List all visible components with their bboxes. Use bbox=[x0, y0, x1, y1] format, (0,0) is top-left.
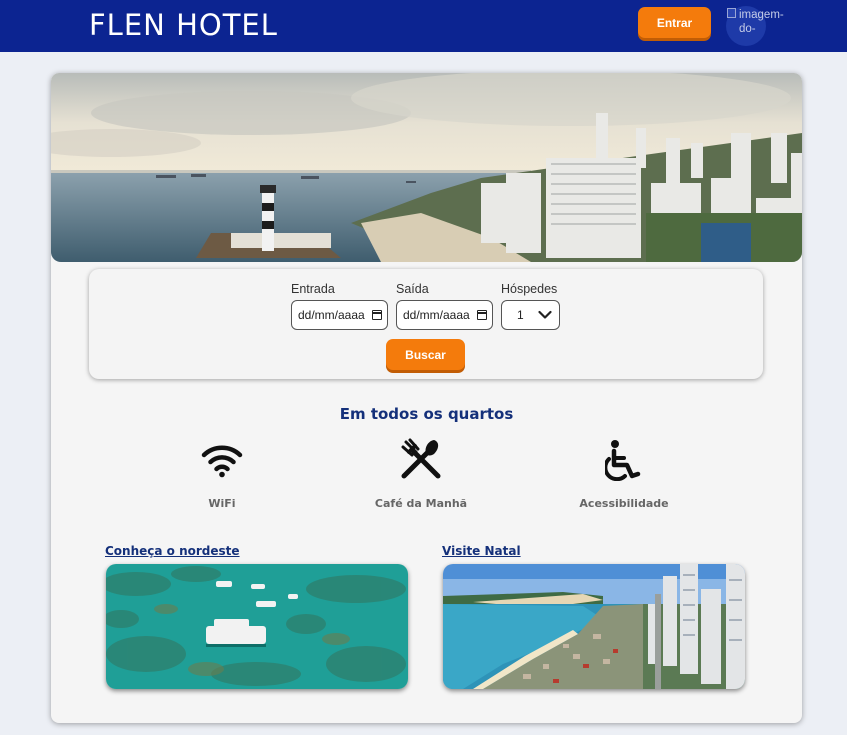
promo-image-nordeste[interactable] bbox=[106, 564, 408, 689]
guests-value: 1 bbox=[517, 308, 524, 322]
amenity-label-breakfast: Café da Manhã bbox=[374, 497, 468, 510]
checkin-label: Entrada bbox=[291, 282, 335, 296]
guests-label: Hóspedes bbox=[501, 282, 558, 296]
wifi-icon bbox=[201, 445, 243, 478]
checkin-placeholder: dd/mm/aaaa bbox=[298, 308, 365, 322]
login-button[interactable]: Entrar bbox=[638, 7, 711, 38]
calendar-icon[interactable] bbox=[372, 310, 382, 320]
chevron-down-icon bbox=[538, 310, 552, 319]
promo-link-nordeste[interactable]: Conheça o nordeste bbox=[105, 544, 240, 558]
promo-link-natal[interactable]: Visite Natal bbox=[442, 544, 521, 558]
checkin-date-input[interactable]: dd/mm/aaaa bbox=[291, 300, 388, 330]
amenity-label-accessibility: Acessibilidade bbox=[579, 497, 669, 510]
hotel-logo-text[interactable]: FLEN HOTEL bbox=[89, 8, 278, 42]
checkout-label: Saída bbox=[396, 282, 429, 296]
promo-image-natal[interactable] bbox=[443, 564, 745, 689]
guests-select[interactable]: 1 bbox=[501, 300, 560, 330]
amenity-label-wifi: WiFi bbox=[208, 497, 236, 510]
amenities-title: Em todos os quartos bbox=[339, 405, 514, 423]
utensils-icon bbox=[401, 438, 441, 479]
avatar-alt-text: imagem-do- bbox=[739, 9, 784, 35]
checkout-date-input[interactable]: dd/mm/aaaa bbox=[396, 300, 493, 330]
calendar-icon[interactable] bbox=[477, 310, 487, 320]
wheelchair-icon bbox=[605, 440, 641, 481]
search-button[interactable]: Buscar bbox=[386, 339, 465, 370]
booking-search-form: Entrada dd/mm/aaaa Saída dd/mm/aaaa Hósp… bbox=[89, 269, 763, 379]
hero-image bbox=[51, 73, 802, 262]
checkout-placeholder: dd/mm/aaaa bbox=[403, 308, 470, 322]
top-navbar: FLEN HOTEL Entrar imagem-do- bbox=[0, 0, 847, 52]
main-card: Entrada dd/mm/aaaa Saída dd/mm/aaaa Hósp… bbox=[51, 73, 802, 723]
